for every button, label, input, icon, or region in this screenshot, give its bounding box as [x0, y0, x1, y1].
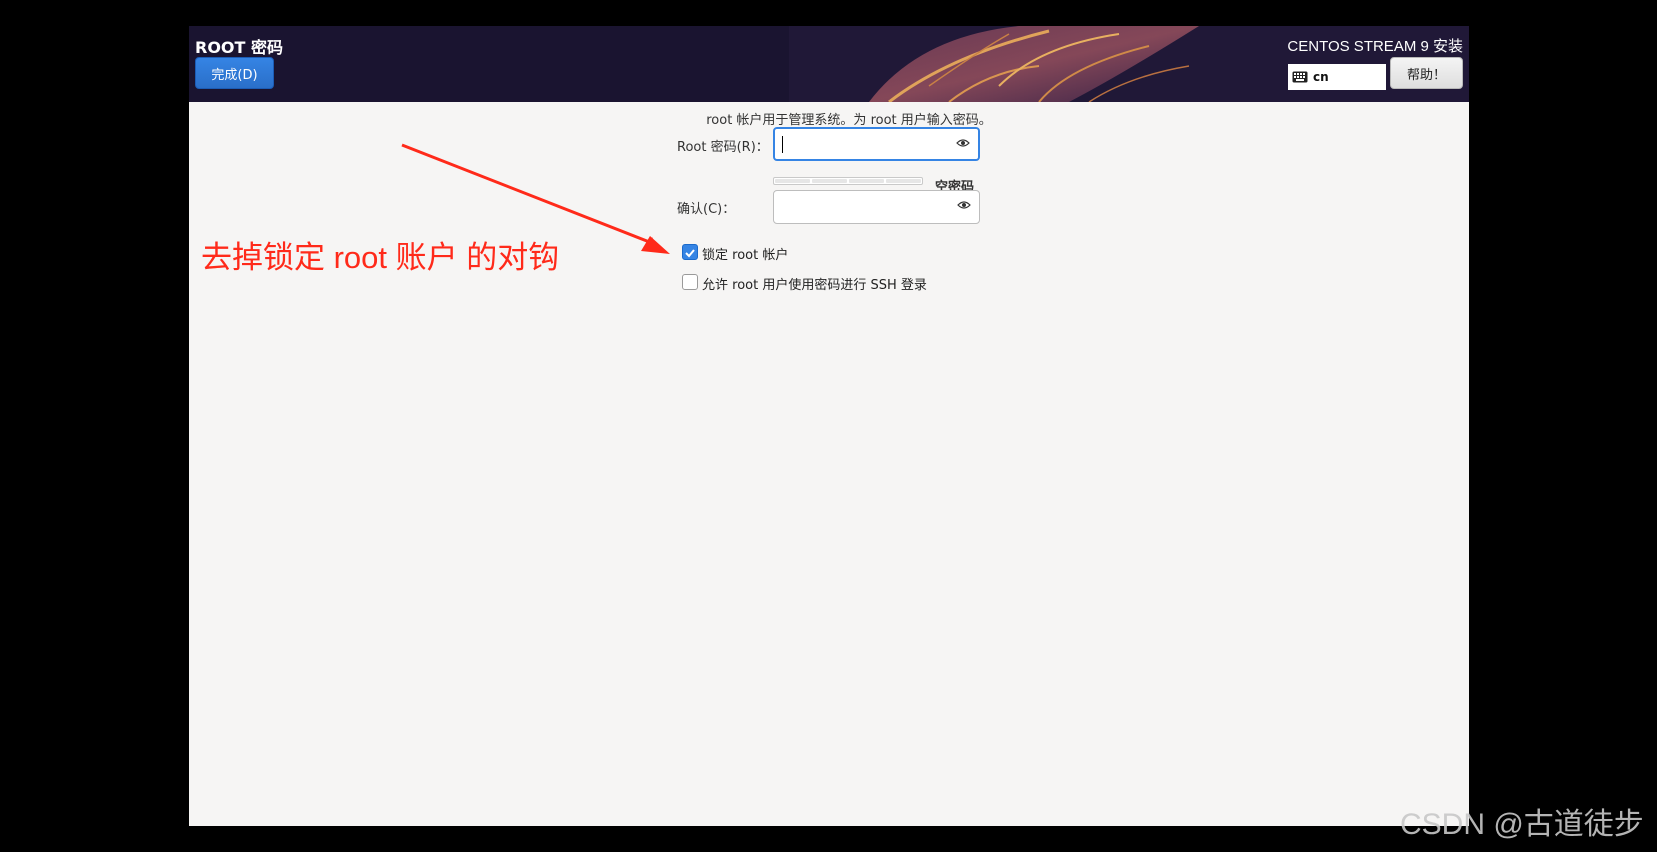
header-leaf-artwork — [189, 26, 1469, 102]
confirm-password-label: 确认(C)： — [677, 202, 736, 217]
root-password-label: Root 密码(R)： — [677, 140, 769, 155]
header-bar: ROOT 密码 完成(D) CENTOS STREAM 9 安装 cn 帮助！ — [189, 26, 1469, 102]
root-password-field[interactable] — [773, 127, 980, 161]
confirm-password-input[interactable] — [780, 195, 940, 217]
allow-ssh-checkbox[interactable] — [682, 274, 698, 290]
strength-segment — [886, 179, 921, 183]
allow-ssh-label[interactable]: 允许 root 用户使用密码进行 SSH 登录 — [702, 274, 927, 293]
lock-root-label[interactable]: 锁定 root 帐户 — [702, 244, 788, 263]
installer-window: ROOT 密码 完成(D) CENTOS STREAM 9 安装 cn 帮助！ … — [189, 26, 1469, 826]
csdn-watermark: CSDN @古道徒步 — [1400, 808, 1644, 841]
strength-segment — [775, 179, 810, 183]
help-button[interactable]: 帮助！ — [1390, 57, 1463, 89]
keyboard-layout-indicator[interactable]: cn — [1288, 64, 1386, 90]
password-strength-bar — [773, 177, 923, 185]
intro-text: root 帐户用于管理系统。为 root 用户输入密码。 — [706, 113, 992, 128]
strength-segment — [812, 179, 847, 183]
checkmark-icon — [685, 249, 695, 258]
annotation-text: 去掉锁定 root 账户 的对钩 — [201, 240, 560, 275]
page-title: ROOT 密码 — [195, 38, 284, 57]
lock-root-checkbox[interactable] — [682, 244, 698, 260]
keyboard-layout-label: cn — [1313, 70, 1329, 84]
product-title: CENTOS STREAM 9 安装 — [1287, 38, 1463, 55]
done-button[interactable]: 完成(D) — [195, 57, 274, 89]
show-password-eye-icon[interactable] — [956, 138, 970, 148]
text-caret — [782, 136, 783, 153]
keyboard-icon — [1292, 71, 1308, 83]
confirm-password-field[interactable] — [773, 190, 980, 224]
strength-segment — [849, 179, 884, 183]
show-confirm-eye-icon[interactable] — [957, 200, 971, 210]
root-password-input[interactable] — [781, 133, 941, 155]
